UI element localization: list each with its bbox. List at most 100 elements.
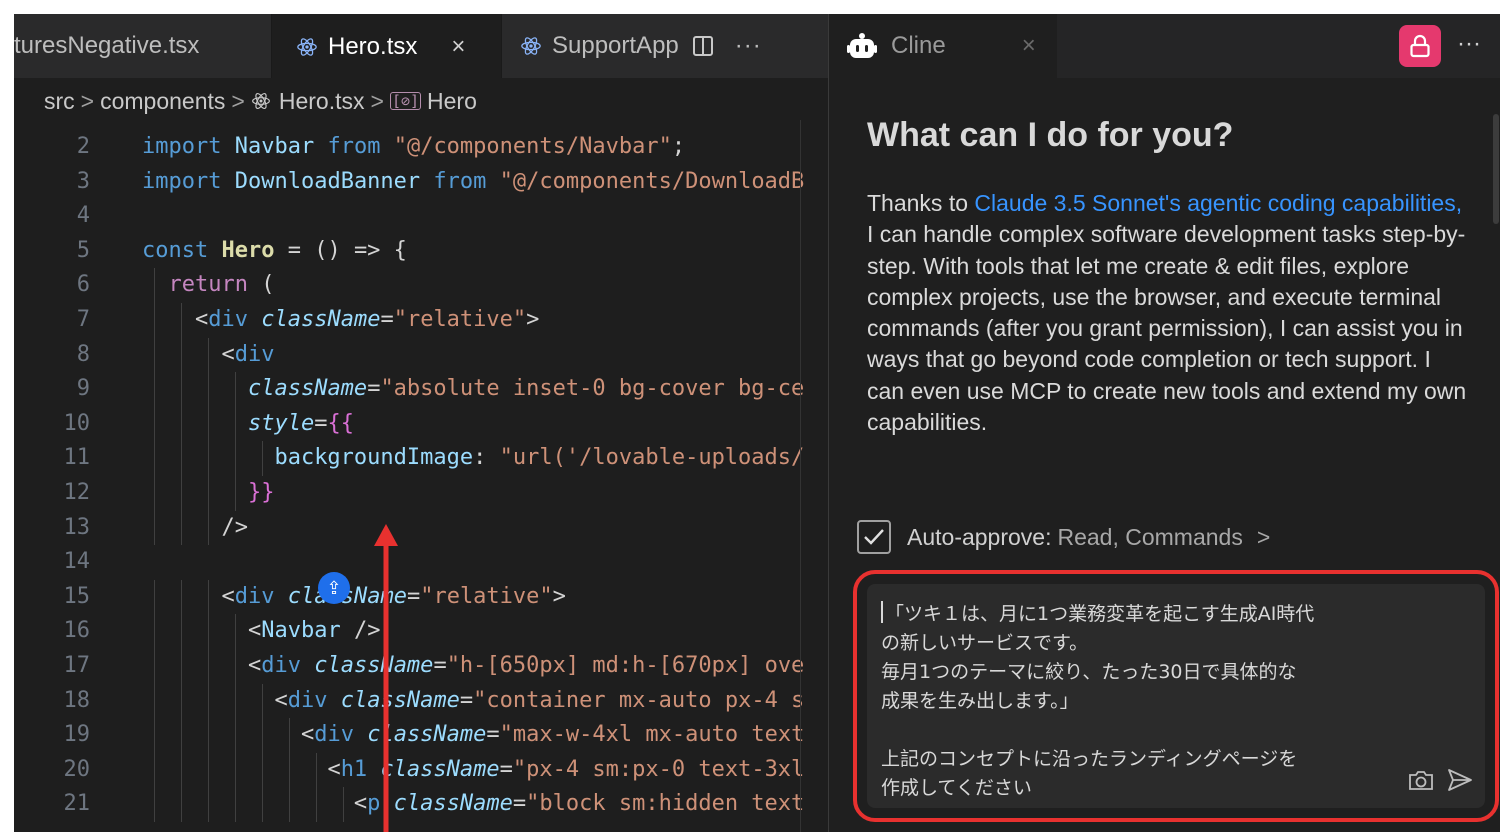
code-line: 6 return ( [14,268,828,303]
line-number: 15 [63,583,91,609]
annotation-arrow [374,524,398,832]
code-text: <div className="h-[650px] md:h-[670px] o… [247,652,805,678]
breadcrumb: src > components > Hero.tsx > [⊘] Hero [44,86,477,116]
line-number: 17 [63,652,91,678]
line-number: 12 [63,479,91,505]
more-actions-icon[interactable]: ··· [735,32,762,60]
code-text: <div className="relative"> [194,306,540,332]
tab-label: Hero.tsx [328,33,418,60]
line-number: 19 [63,722,91,748]
line-number: 11 [63,445,91,471]
line-number: 14 [63,549,91,575]
code-text: <div className="max-w-4xl mx-auto text [300,722,805,748]
code-text: <Navbar /> [142,618,381,644]
code-line: 5 const Hero = () => { [14,234,828,269]
line-number: 9 [76,376,90,402]
line-number: 5 [76,237,90,263]
close-icon[interactable]: × [1022,32,1036,60]
send-icon[interactable] [1447,768,1473,792]
split-editor-icon[interactable] [692,36,713,56]
cline-tab-bar: Cline × ··· [829,14,1500,78]
code-text: <div [221,341,275,367]
code-line: 4 [14,199,828,234]
auto-approve-value: Read, Commands [1057,523,1243,550]
code-text: <div className="container mx-auto px-4 s [274,687,805,713]
line-number: 2 [76,134,90,159]
code-line: 14 [14,545,828,580]
line-number: 8 [76,341,90,367]
react-icon [297,38,317,56]
code-line: 20 <h1 className="px-4 sm:px-0 text-3xl [14,752,828,788]
react-icon [521,37,541,55]
code-line: 18 <div className="container mx-auto px-… [14,683,828,719]
chat-input-text[interactable]: 「ツキ１は、月に1つ業務変革を起こす生成AI時代 の新しいサービスです。 毎月1… [881,600,1421,803]
code-area[interactable]: 2 import Navbar from "@/components/Navbar… [14,130,828,822]
code-line: 16 <Navbar /> [14,614,828,649]
page-title: What can I do for you? [867,116,1234,154]
checkmark-icon [864,529,884,545]
code-text: style={{ [247,410,354,436]
code-text: <h1 className="px-4 sm:px-0 text-3xl [327,756,805,782]
breadcrumb-separator: > [231,87,245,114]
cline-panel: Cline × ··· What can I do for you? Thank… [828,14,1500,832]
react-icon [251,93,270,109]
cline-add-to-chat-icon[interactable]: ⇪ [318,572,350,604]
code-line: 2 import Navbar from "@/components/Navbar… [14,130,828,165]
cline-robot-icon [847,33,877,58]
breadcrumb-item-components[interactable]: components [100,88,225,115]
code-line: 21 <p className="block sm:hidden text [14,787,828,822]
breadcrumb-separator: > [370,87,384,114]
code-text: import DownloadBanner from "@/components… [142,168,805,194]
line-number: 16 [63,618,91,644]
code-line: 7 <div className="relative"> [14,302,828,338]
code-line: 9 className="absolute inset-0 bg-cover b… [14,372,828,407]
line-number: 10 [63,410,91,436]
line-number: 7 [76,306,90,332]
camera-icon[interactable] [1407,768,1435,792]
tab-hero[interactable]: Hero.tsx × [272,14,502,78]
chat-input[interactable]: 「ツキ１は、月に1つ業務変革を起こす生成AI時代 の新しいサービスです。 毎月1… [867,584,1485,808]
code-text: <p className="block sm:hidden text [353,791,805,817]
auto-approve-checkbox[interactable] [857,520,891,554]
code-line: 15 <div className="relative"> [14,579,828,615]
breadcrumb-item-src[interactable]: src [44,88,75,115]
intro-text: Thanks to Claude 3.5 Sonnet's agentic co… [867,188,1467,438]
code-text: const Hero = () => { [142,237,407,263]
code-text: return ( [168,272,275,298]
auto-approve-row[interactable]: Auto-approve: Read, Commands > [857,520,1270,554]
line-number: 18 [63,687,91,713]
breadcrumb-item-file[interactable]: Hero.tsx [279,88,365,115]
lock-icon[interactable] [1399,25,1441,67]
tab-label: turesNegative.tsx [14,32,200,59]
intro-body: I can handle complex software developmen… [867,221,1467,436]
tab-label: SupportApp [552,32,679,59]
code-text: backgroundImage: "url('/lovable-uploads/ [274,445,805,471]
claude-capabilities-link[interactable]: Claude 3.5 Sonnet's agentic coding capab… [974,190,1462,216]
close-icon[interactable]: × [451,33,465,61]
code-line: 17 <div className="h-[650px] md:h-[670px… [14,648,828,684]
tab-features-negative[interactable]: turesNegative.tsx [14,14,272,78]
code-line: 10 style={{ [14,406,828,442]
breadcrumb-item-symbol[interactable]: Hero [427,88,477,115]
line-number: 6 [76,272,90,298]
code-text: <div className="relative"> [221,583,566,609]
intro-prefix: Thanks to [867,190,975,216]
code-line: 13 /> [14,510,828,546]
breadcrumb-separator: > [80,87,95,114]
auto-approve-label: Auto-approve: [907,523,1052,550]
line-number: 20 [63,756,91,782]
line-number: 21 [63,791,91,817]
code-text: import Navbar from "@/components/Navbar"… [142,134,686,159]
scrollbar[interactable] [1493,114,1499,224]
tab-cline[interactable]: Cline × [829,14,1057,78]
text-caret [881,601,883,623]
editor-tab-bar: turesNegative.tsx Hero.tsx × SupportApp … [14,14,828,78]
minimap-border [800,120,801,832]
more-actions-icon[interactable]: ··· [1457,30,1481,58]
chevron-right-icon[interactable]: > [1257,524,1270,551]
code-text: /> [142,514,248,540]
code-line: 12 }} [14,475,828,511]
tab-support-app[interactable]: SupportApp ··· [502,14,828,78]
code-line: 8 <div [14,337,828,373]
code-text: }} [247,479,275,505]
